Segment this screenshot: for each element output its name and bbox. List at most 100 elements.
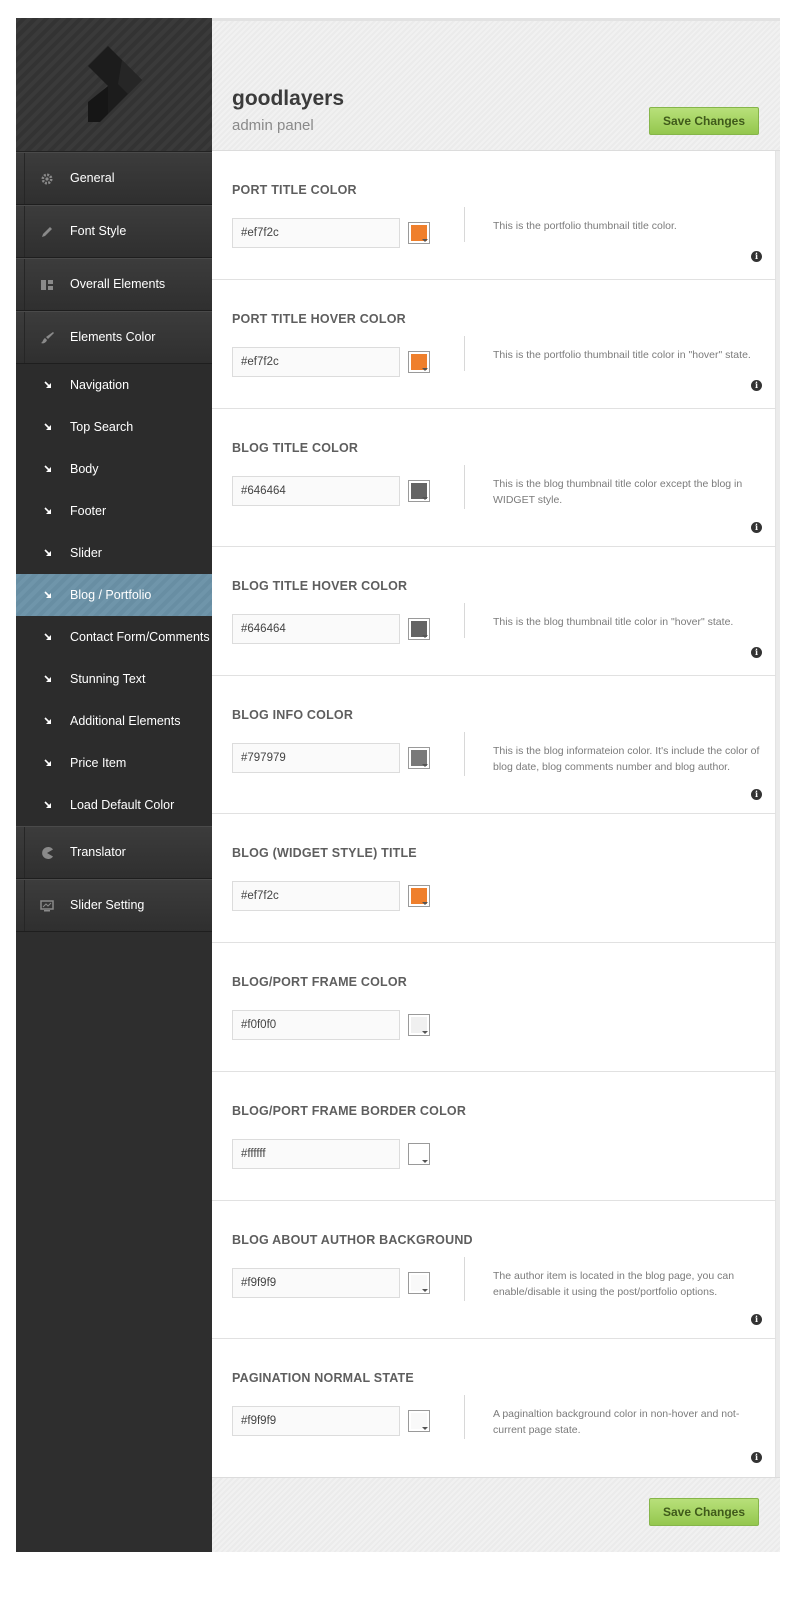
sidebar-item-elements-color[interactable]: Elements Color — [16, 311, 212, 364]
submenu-item-label: Contact Form/Comments — [70, 630, 210, 644]
option-title: BLOG (WIDGET STYLE) TITLE — [232, 846, 417, 860]
option-section: PORT TITLE HOVER COLOR #ef7f2c This is the… — [212, 280, 776, 409]
option-description: This is the blog informateion color. It'… — [493, 745, 760, 773]
divider — [464, 465, 465, 509]
info-icon[interactable]: i — [751, 251, 762, 262]
sidebar-item-general[interactable]: General — [16, 152, 212, 205]
divider — [464, 603, 465, 638]
submenu-item-additional-elements[interactable]: Additional Elements — [16, 700, 212, 742]
color-value-input[interactable]: #f9f9f9 — [232, 1268, 400, 1298]
option-description: This is the blog thumbnail title color e… — [493, 478, 743, 506]
submenu-item-contact-form-comments[interactable]: Contact Form/Comments — [16, 616, 212, 658]
color-value-input[interactable]: #646464 — [232, 614, 400, 644]
option-title: PAGINATION NORMAL STATE — [232, 1371, 414, 1385]
color-picker-swatch[interactable] — [408, 1143, 430, 1165]
save-changes-button[interactable]: Save Changes — [649, 107, 759, 135]
swatch-fill — [411, 225, 428, 242]
submenu-item-label: Footer — [70, 504, 107, 518]
info-icon[interactable]: i — [751, 380, 762, 391]
option-section: PAGINATION NORMAL STATE #f9f9f9 A paginalt… — [212, 1339, 776, 1477]
submenu-item-blog-portfolio[interactable]: Blog / Portfolio — [16, 574, 212, 616]
submenu-item-price-item[interactable]: Price Item — [16, 742, 212, 784]
color-value-input[interactable]: #797979 — [232, 743, 400, 773]
arrow-down-right-icon — [44, 420, 52, 430]
submenu-item-stunning-text[interactable]: Stunning Text — [16, 658, 212, 700]
sidebar-item-overall-elements[interactable]: Overall Elements — [16, 258, 212, 311]
color-value-input[interactable]: #646464 — [232, 476, 400, 506]
caret-down-icon — [422, 1289, 428, 1292]
info-icon[interactable]: i — [751, 789, 762, 800]
option-section: BLOG/PORT FRAME COLOR #f0f0f0 — [212, 943, 776, 1072]
option-title: BLOG TITLE HOVER COLOR — [232, 579, 408, 593]
info-icon[interactable]: i — [751, 1452, 762, 1463]
option-title: BLOG/PORT FRAME BORDER COLOR — [232, 1104, 467, 1118]
page-footer: Save Changes — [212, 1477, 780, 1552]
option-title: BLOG/PORT FRAME COLOR — [232, 975, 408, 989]
color-picker-swatch[interactable] — [408, 1272, 430, 1294]
submenu-item-top-search[interactable]: Top Search — [16, 406, 212, 448]
option-section: PORT TITLE COLOR #ef7f2c This is the portf… — [212, 151, 776, 280]
caret-down-icon — [422, 902, 428, 905]
caret-down-icon — [422, 368, 428, 371]
sidebar: General Font Style Overall Elements Element… — [16, 18, 212, 1552]
submenu-item-label: Price Item — [70, 756, 127, 770]
submenu-item-slider[interactable]: Slider — [16, 532, 212, 574]
submenu-item-label: Navigation — [70, 378, 130, 392]
submenu-item-label: Top Search — [70, 420, 134, 434]
caret-down-icon — [422, 635, 428, 638]
color-value-input[interactable]: #f9f9f9 — [232, 1406, 400, 1436]
color-value-input[interactable]: #ef7f2c — [232, 347, 400, 377]
sidebar-item-label: General — [70, 171, 115, 185]
submenu-item-label: Additional Elements — [70, 714, 181, 728]
option-title: BLOG TITLE COLOR — [232, 441, 359, 455]
submenu-item-label: Slider — [70, 546, 102, 560]
layout-icon — [40, 278, 54, 292]
submenu-item-label: Body — [70, 462, 99, 476]
color-picker-swatch[interactable] — [408, 1014, 430, 1036]
color-picker-swatch[interactable] — [408, 1410, 430, 1432]
color-picker-swatch[interactable] — [408, 222, 430, 244]
arrow-down-right-icon — [44, 798, 52, 808]
option-title: PORT TITLE HOVER COLOR — [232, 312, 406, 326]
info-icon[interactable]: i — [751, 647, 762, 658]
color-picker-swatch[interactable] — [408, 480, 430, 502]
swatch-fill — [411, 1413, 428, 1430]
info-icon[interactable]: i — [751, 522, 762, 533]
option-section: BLOG/PORT FRAME BORDER COLOR #ffffff — [212, 1072, 776, 1201]
color-picker-swatch[interactable] — [408, 885, 430, 907]
sidebar-item-translator[interactable]: Translator — [16, 826, 212, 879]
sidebar-item-label: Slider Setting — [70, 898, 145, 912]
color-value-input[interactable]: #ef7f2c — [232, 218, 400, 248]
info-icon[interactable]: i — [751, 1314, 762, 1325]
monitor-icon — [40, 899, 54, 913]
option-section: BLOG ABOUT AUTHOR BACKGROUND #f9f9f9 The a… — [212, 1201, 776, 1339]
sidebar-item-font-style[interactable]: Font Style — [16, 205, 212, 258]
caret-down-icon — [422, 1160, 428, 1163]
color-value-input[interactable]: #f0f0f0 — [232, 1010, 400, 1040]
submenu-item-label: Load Default Color — [70, 798, 175, 812]
submenu-item-load-default-color[interactable]: Load Default Color — [16, 784, 212, 826]
submenu-item-footer[interactable]: Footer — [16, 490, 212, 532]
pencil-icon — [40, 225, 54, 239]
option-section: BLOG TITLE COLOR #646464 This is the blog … — [212, 409, 776, 547]
save-changes-button-bottom[interactable]: Save Changes — [649, 1498, 759, 1526]
color-picker-swatch[interactable] — [408, 351, 430, 373]
swatch-fill — [411, 1146, 428, 1163]
option-title: BLOG ABOUT AUTHOR BACKGROUND — [232, 1233, 473, 1247]
option-description: The author item is located in the blog p… — [493, 1270, 735, 1298]
submenu-item-body[interactable]: Body — [16, 448, 212, 490]
option-title: BLOG INFO COLOR — [232, 708, 354, 722]
elements-color-submenu: Navigation Top Search Body Footer Slider Blog… — [16, 364, 212, 826]
color-value-input[interactable]: #ef7f2c — [232, 881, 400, 911]
color-value-input[interactable]: #ffffff — [232, 1139, 400, 1169]
option-section: BLOG (WIDGET STYLE) TITLE #ef7f2c — [212, 814, 776, 943]
submenu-item-navigation[interactable]: Navigation — [16, 364, 212, 406]
option-description: A paginaltion background color in non-ho… — [493, 1408, 740, 1436]
color-picker-swatch[interactable] — [408, 618, 430, 640]
logo-area — [16, 18, 212, 152]
option-description: This is the blog thumbnail title color i… — [493, 616, 734, 628]
sidebar-item-slider-setting[interactable]: Slider Setting — [16, 879, 212, 932]
submenu-item-label: Blog / Portfolio — [70, 588, 152, 602]
option-title: PORT TITLE COLOR — [232, 183, 357, 197]
color-picker-swatch[interactable] — [408, 747, 430, 769]
